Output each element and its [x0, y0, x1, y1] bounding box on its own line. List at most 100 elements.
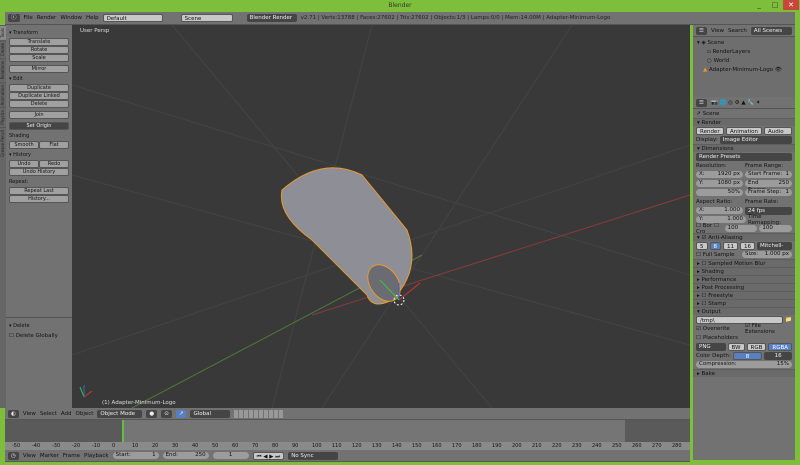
editor-type-icon[interactable]: ☰ — [696, 26, 707, 35]
undo-button[interactable]: Undo — [9, 160, 39, 168]
res-percent-slider[interactable]: 50% — [696, 189, 743, 196]
frame-step-field[interactable]: Frame Step: 1 — [745, 189, 792, 196]
maximize-button[interactable]: □ — [768, 0, 782, 10]
scene-select[interactable]: Scene — [180, 14, 233, 22]
menu-marker[interactable]: Marker — [40, 453, 59, 459]
end-frame-field[interactable]: End: 250 — [162, 452, 209, 459]
render-button[interactable]: Render — [696, 126, 724, 135]
menu-select[interactable]: Select — [40, 411, 57, 417]
outliner-display-select[interactable]: All Scenes — [750, 26, 792, 35]
aa-5[interactable]: 5 — [696, 241, 708, 250]
playback-controls[interactable]: ⏮ ◀ ▶ ⏭ — [252, 451, 285, 460]
current-frame-field[interactable]: 1 — [212, 452, 249, 459]
mode-select[interactable]: Object Mode — [97, 409, 143, 418]
remap-old-field[interactable]: 100 — [724, 225, 758, 232]
editor-type-icon[interactable]: ◐ — [8, 409, 19, 418]
post-processing-panel[interactable]: ▸ Post Processing — [693, 283, 795, 291]
menu-render[interactable]: Render — [37, 15, 57, 21]
menu-help[interactable]: Help — [86, 15, 99, 21]
transform-header[interactable]: ▾ Transform — [9, 30, 69, 36]
border-checkbox[interactable]: ☐ Bor ☐ Cro — [696, 223, 723, 235]
aspect-x-field[interactable]: X: 1.000 — [696, 207, 743, 214]
rgba-button[interactable]: RGBA — [768, 342, 792, 351]
freestyle-panel[interactable]: ▸ ☐ Freestyle — [693, 291, 795, 299]
menu-window[interactable]: Window — [60, 15, 82, 21]
translate-button[interactable]: Translate — [9, 38, 69, 46]
join-button[interactable]: Join — [9, 111, 69, 119]
rotate-button[interactable]: Rotate — [9, 46, 69, 54]
overwrite-checkbox[interactable]: ☑ Overwrite — [696, 326, 743, 332]
start-frame-field[interactable]: Start Frame: 1 — [745, 171, 792, 178]
menu-view[interactable]: View — [23, 453, 36, 459]
delete-button[interactable]: Delete — [9, 100, 69, 108]
menu-frame[interactable]: Frame — [63, 453, 80, 459]
manipulator-toggle[interactable]: ↗ — [175, 409, 187, 418]
properties-header[interactable]: ☰ 📷 🌐 ◎ ⚙ ▲ 🔧 ✦ — [693, 97, 795, 109]
smooth-button[interactable]: Smooth — [9, 141, 39, 149]
display-select[interactable]: Image Editor — [719, 135, 792, 144]
menu-view[interactable]: View — [23, 411, 36, 417]
set-origin-select[interactable]: Set Origin — [9, 122, 69, 130]
outliner-item-scene[interactable]: ▾ ◈ Scene — [697, 39, 791, 48]
history-button[interactable]: History... — [9, 195, 69, 203]
delete-operator-header[interactable]: ▾ Delete — [9, 323, 69, 329]
menu-playback[interactable]: Playback — [84, 453, 109, 459]
aa-size-field[interactable]: Size: 1.000 px — [742, 251, 792, 258]
outliner-item-object[interactable]: ▲ Adapter-Minimum-Logo 👁 — [697, 66, 791, 75]
file-extensions-checkbox[interactable]: ☑ File Extensions — [745, 323, 792, 335]
editor-type-icon[interactable]: ⓘ — [8, 14, 20, 22]
scale-button[interactable]: Scale — [9, 54, 69, 62]
aa-filter-select[interactable]: Mitchell-Netravali — [757, 241, 792, 250]
orientation-select[interactable]: Global — [190, 409, 231, 418]
bake-panel[interactable]: ▸ Bake — [693, 369, 795, 377]
pivot-select[interactable]: ⊙ — [161, 409, 172, 418]
3d-viewport[interactable]: User Persp (1) Adapter-Minimum-Logo — [72, 25, 690, 408]
aa-8[interactable]: 8 — [709, 241, 721, 250]
delete-globally-checkbox[interactable]: ☐ Delete Globally — [9, 333, 69, 339]
file-format-select[interactable]: PNG — [696, 342, 726, 351]
res-y-field[interactable]: Y: 1080 px — [696, 180, 743, 187]
edit-header[interactable]: ▾ Edit — [9, 76, 69, 82]
animation-button[interactable]: Animation — [725, 126, 763, 135]
bw-button[interactable]: BW — [727, 342, 745, 351]
duplicate-linked-button[interactable]: Duplicate Linked — [9, 92, 69, 100]
sampled-motion-blur-panel[interactable]: ▸ ☐ Sampled Motion Blur — [693, 259, 795, 267]
shading-panel[interactable]: ▸ Shading — [693, 267, 795, 275]
outliner-view-menu[interactable]: View — [711, 28, 724, 34]
rgb-button[interactable]: RGB — [746, 342, 767, 351]
history-header[interactable]: ▾ History — [9, 152, 69, 158]
aa-11[interactable]: 11 — [723, 241, 738, 250]
shading-select[interactable]: ● — [146, 409, 158, 418]
layer-buttons[interactable] — [234, 409, 285, 418]
render-panel-header[interactable]: ▾ Render — [693, 118, 795, 126]
duplicate-button[interactable]: Duplicate — [9, 84, 69, 92]
audio-button[interactable]: Audio — [764, 126, 793, 135]
outliner-item-world[interactable]: ○ World — [697, 57, 791, 66]
menu-add[interactable]: Add — [61, 411, 72, 417]
output-panel-header[interactable]: ▾ Output — [693, 307, 795, 315]
depth-8-button[interactable]: 8 — [732, 351, 763, 360]
redo-button[interactable]: Redo — [39, 160, 69, 168]
undo-history-button[interactable]: Undo History — [9, 168, 69, 176]
render-presets-select[interactable]: Render Presets — [696, 152, 792, 161]
full-sample-checkbox[interactable]: ☐ Full Sample — [696, 252, 740, 258]
repeat-last-button[interactable]: Repeat Last — [9, 187, 69, 195]
minimize-button[interactable]: _ — [752, 0, 766, 10]
end-frame-field[interactable]: End Frame:250 — [745, 180, 792, 193]
outliner-search-menu[interactable]: Search — [728, 28, 747, 34]
compression-slider[interactable]: Compression: 15% — [696, 361, 792, 368]
remap-new-field[interactable]: 100 — [759, 225, 793, 232]
anti-aliasing-panel-header[interactable]: ▾ ☑ Anti-Aliasing — [693, 233, 795, 241]
sync-select[interactable]: No Sync — [288, 451, 339, 460]
res-x-field[interactable]: X: 1920 px — [696, 171, 743, 178]
layout-select[interactable]: Default — [102, 14, 163, 22]
menu-object[interactable]: Object — [76, 411, 94, 417]
timeline[interactable]: -50 -40 -30 -20 -10 0 10 20 30 40 50 60 70 80 90 100 110… — [5, 420, 690, 450]
start-frame-field[interactable]: Start: 1 — [112, 452, 159, 459]
stamp-panel[interactable]: ▸ ☐ Stamp — [693, 299, 795, 307]
mirror-button[interactable]: Mirror — [9, 65, 69, 73]
aa-16[interactable]: 16 — [740, 241, 755, 250]
outliner-item-renderlayers[interactable]: ▫ RenderLayers — [697, 48, 791, 57]
dimensions-panel-header[interactable]: ▾ Dimensions — [693, 144, 795, 152]
flat-button[interactable]: Flat — [39, 141, 69, 149]
